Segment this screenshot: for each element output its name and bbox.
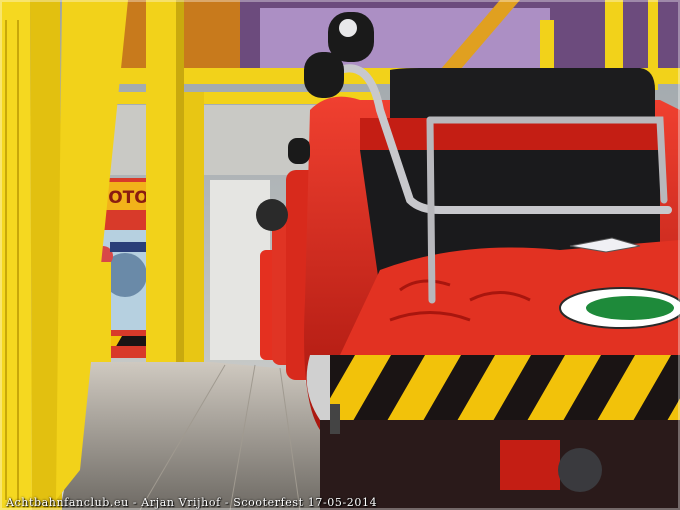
yellow-post-shade [176,0,184,402]
restraint-head-3 [288,138,310,164]
hazard-bumper [314,355,680,420]
undercarriage-bracket [500,440,560,490]
car-wheel [256,199,288,231]
roller-coaster-scene: HOTOR [0,0,680,510]
roof-panel [260,8,550,68]
restraint-cap [339,19,357,37]
wheel-support [330,404,340,434]
restraint-head-2 [304,52,344,98]
grab-handle-post [426,116,436,304]
photo-credit-caption: Achtbahnfanclub.eu - Arjan Vrijhof - Sco… [6,496,378,509]
logo-emblem-inner [586,296,674,320]
building-wall [95,105,325,175]
cartoon-mouse-cap [110,242,146,252]
chassis-wheel [558,448,602,492]
yellow-railing-post-left [0,0,32,510]
photo: HOTOR Achtbahnfanclub.eu - Arjan Vrijhof… [0,0,680,510]
